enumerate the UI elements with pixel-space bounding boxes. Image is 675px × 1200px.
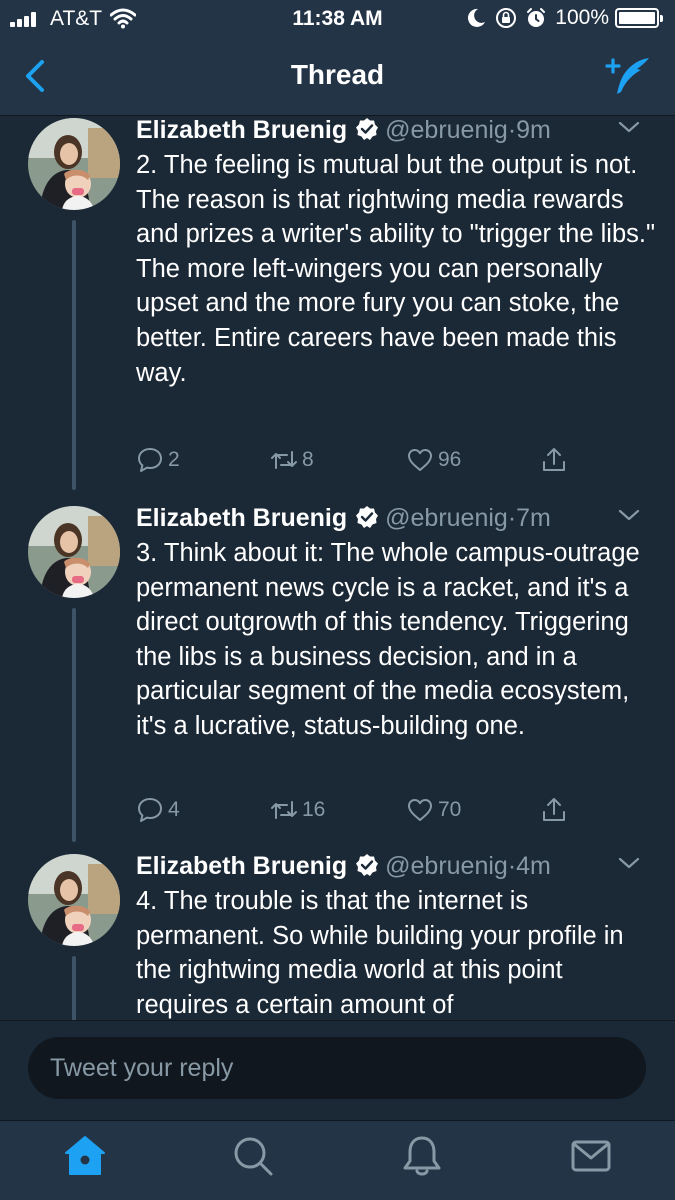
search-icon[interactable] — [230, 1133, 276, 1179]
like-button[interactable]: 70 — [406, 795, 461, 825]
thread-connector — [72, 220, 76, 490]
battery-icon — [615, 8, 663, 28]
tweet-time: 7m — [516, 504, 551, 532]
reply-button[interactable]: 4 — [136, 795, 180, 825]
author-handle[interactable]: @ebruenig — [385, 852, 508, 880]
separator-dot: · — [507, 504, 517, 532]
separator-dot: · — [507, 852, 517, 880]
author-handle[interactable]: @ebruenig — [385, 504, 508, 532]
moon-icon — [468, 8, 486, 27]
share-icon — [543, 798, 565, 821]
chevron-down-icon[interactable] — [618, 856, 640, 870]
retweet-count: 16 — [302, 798, 326, 821]
heart-icon — [408, 799, 432, 821]
page-title: Thread — [290, 59, 385, 90]
battery-percent: 100% — [555, 6, 609, 29]
verified-badge-icon — [356, 506, 379, 528]
tweet-header: Elizabeth Bruenig @ebruenig·7m — [136, 504, 666, 534]
reply-icon — [138, 798, 162, 822]
retweet-button[interactable]: 16 — [270, 795, 325, 825]
retweet-button[interactable]: 8 — [270, 445, 314, 475]
tweet[interactable]: Elizabeth Bruenig @ebruenig·7m 3. Think a… — [0, 504, 675, 852]
chevron-down-icon[interactable] — [618, 508, 640, 522]
messages-icon[interactable] — [568, 1133, 614, 1179]
share-icon — [543, 448, 565, 471]
thread-timeline[interactable]: Elizabeth Bruenig @ebruenig·9m 2. The fee… — [0, 116, 675, 1020]
verified-badge-icon — [356, 854, 379, 876]
thread-connector — [72, 608, 76, 842]
author-name[interactable]: Elizabeth Bruenig — [136, 504, 347, 532]
reply-icon — [138, 448, 162, 472]
reply-count: 4 — [168, 798, 180, 821]
tweet-actions: 2 8 96 — [136, 445, 576, 475]
avatar[interactable] — [28, 854, 120, 946]
thread-connector — [72, 956, 76, 1020]
author-handle[interactable]: @ebruenig — [385, 116, 508, 144]
reply-button[interactable]: 2 — [136, 445, 180, 475]
tweet-actions: 4 16 70 — [136, 795, 576, 825]
avatar[interactable] — [28, 506, 120, 598]
home-icon[interactable] — [62, 1133, 108, 1179]
like-count: 70 — [438, 798, 462, 821]
like-button[interactable]: 96 — [406, 445, 461, 475]
reply-bar — [0, 1020, 675, 1120]
battery-level — [619, 12, 655, 24]
retweet-icon — [271, 801, 297, 819]
retweet-count: 8 — [302, 448, 314, 471]
notifications-icon[interactable] — [399, 1133, 445, 1179]
tweet[interactable]: Elizabeth Bruenig @ebruenig·9m 2. The fee… — [0, 116, 675, 506]
share-button[interactable] — [540, 795, 572, 825]
separator-dot: · — [507, 116, 517, 144]
verified-badge-icon — [356, 118, 379, 140]
tweet-text: 4. The trouble is that the internet is p… — [136, 887, 624, 1019]
tweet-header: Elizabeth Bruenig @ebruenig·9m — [136, 116, 666, 146]
like-count: 96 — [438, 448, 462, 471]
heart-icon — [408, 449, 432, 471]
retweet-icon — [271, 451, 297, 469]
tweet-time: 4m — [516, 852, 551, 880]
tweet-text: 3. Think about it: The whole campus-outr… — [136, 539, 640, 740]
status-bar: AT&T 11:38 AM 100% — [0, 0, 675, 38]
nav-bar: Thread — [0, 38, 675, 116]
avatar[interactable] — [28, 118, 120, 210]
rotation-lock-icon — [496, 8, 517, 28]
reply-count: 2 — [168, 448, 180, 471]
tab-bar — [0, 1120, 675, 1200]
share-button[interactable] — [540, 445, 572, 475]
tweet-header: Elizabeth Bruenig @ebruenig·4m — [136, 852, 666, 882]
author-name[interactable]: Elizabeth Bruenig — [136, 852, 347, 880]
author-name[interactable]: Elizabeth Bruenig — [136, 116, 347, 144]
alarm-icon — [527, 8, 546, 27]
chevron-down-icon[interactable] — [618, 120, 640, 134]
tweet-time: 9m — [516, 116, 551, 144]
tweet-text: 2. The feeling is mutual but the output … — [136, 151, 656, 387]
tweet[interactable]: Elizabeth Bruenig @ebruenig·4m 4. The tro… — [0, 852, 675, 1020]
reply-input[interactable] — [28, 1037, 646, 1099]
compose-tweet-icon[interactable] — [605, 54, 653, 98]
